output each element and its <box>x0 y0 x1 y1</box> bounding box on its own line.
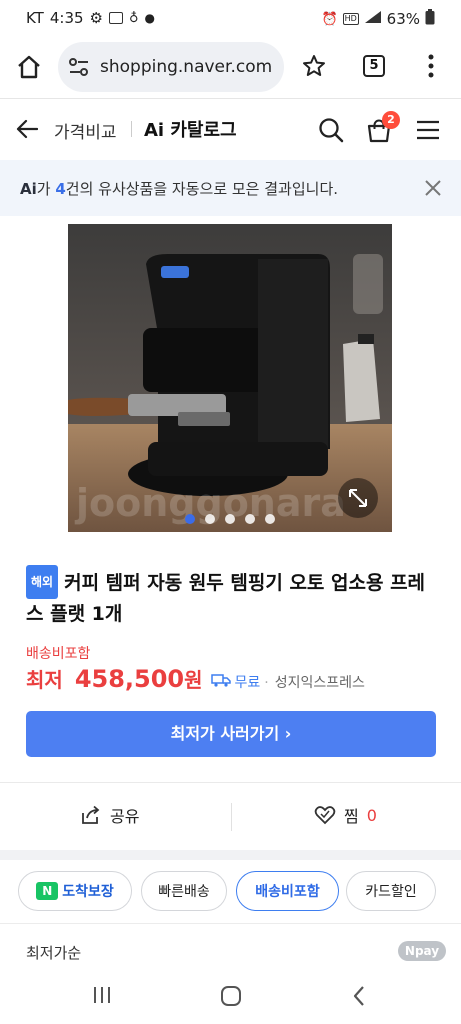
delivery-truck-icon <box>210 672 231 691</box>
page-title: Ai 카탈로그 <box>144 120 237 141</box>
npay-filter[interactable]: Npay <box>398 941 446 961</box>
product-title-text: 커피 템퍼 자동 원두 템핑기 오토 업소용 프레스 플랫 1개 <box>26 572 426 625</box>
carrier-label: KT <box>26 9 44 27</box>
expand-icon <box>349 489 367 507</box>
section-separator <box>0 850 461 860</box>
search-icon[interactable] <box>318 117 344 147</box>
lowest-price-label: 최저 <box>26 668 63 692</box>
naver-arrival-icon: N <box>36 882 59 900</box>
battery-icon <box>425 9 435 29</box>
price-row: 최저 458,500 원 무료 · 성지익스프레스 <box>26 664 365 693</box>
npay-label: pay <box>414 944 440 958</box>
cart-count-badge: 2 <box>382 111 400 129</box>
url-text[interactable]: shopping.naver.com <box>100 57 272 77</box>
tab-switcher-button[interactable]: 5 <box>363 55 385 77</box>
breadcrumb-price-compare[interactable]: 가격비교 <box>54 118 117 143</box>
filter-arrival-guarantee[interactable]: N 도착보장 <box>18 871 132 911</box>
expand-image-button[interactable] <box>338 478 378 518</box>
browser-toolbar: shopping.naver.com 5 <box>0 36 461 98</box>
system-navigation-bar <box>0 966 461 1024</box>
favorite-button[interactable]: 찜 0 <box>314 803 377 827</box>
carousel-dot[interactable] <box>245 514 255 524</box>
signal-icon <box>364 10 382 28</box>
alarm-icon: ⏰ <box>321 11 338 27</box>
back-button-icon[interactable] <box>352 985 366 1011</box>
filter-card-discount[interactable]: 카드할인 <box>346 871 436 911</box>
hd-icon: HD <box>342 13 359 25</box>
npay-n-icon: N <box>404 944 415 958</box>
bookmark-star-icon[interactable] <box>302 54 326 82</box>
favorite-count: 0 <box>366 805 377 825</box>
carousel-dot[interactable] <box>265 514 275 524</box>
site-header: 가격비교 Ai 카탈로그 2 <box>0 98 461 160</box>
similar-count: 4 <box>55 180 66 198</box>
filter-chips: N 도착보장 빠른배송 배송비포함 카드할인 <box>0 860 461 924</box>
sync-icon: ♁ <box>128 10 139 26</box>
banner-text: Ai가 4건의 유사상품을 자동으로 모은 결과입니다. <box>20 180 339 198</box>
price-unit: 원 <box>184 668 203 692</box>
back-arrow-icon[interactable] <box>16 119 39 143</box>
filter-fast-delivery[interactable]: 빠른배송 <box>141 871 227 911</box>
seller-name[interactable]: 성지익스프레스 <box>275 672 365 692</box>
share-label: 공유 <box>110 807 140 826</box>
close-icon[interactable] <box>424 179 442 201</box>
product-image[interactable]: joonggonara <box>68 224 392 532</box>
carousel-dot[interactable] <box>225 514 235 524</box>
share-icon <box>82 805 100 824</box>
browser-menu-icon[interactable] <box>428 54 434 82</box>
battery-percent: 63% <box>386 10 420 28</box>
settings-icon: ⚙ <box>89 9 103 27</box>
clock: 4:35 <box>49 9 84 27</box>
status-bar: KT 4:35 ⚙ ♁ ● ⏰ HD 63% <box>0 0 461 36</box>
address-bar[interactable]: shopping.naver.com <box>58 42 284 92</box>
recent-apps-icon[interactable] <box>92 985 112 1009</box>
home-icon[interactable] <box>16 54 42 84</box>
notification-icon <box>108 12 123 24</box>
heart-icon <box>314 806 336 825</box>
shipping-included-label: 배송비포함 <box>26 646 91 662</box>
filter-shipping-included[interactable]: 배송비포함 <box>236 871 339 911</box>
home-button-icon[interactable] <box>220 985 242 1011</box>
ai-logo: Ai <box>20 180 37 198</box>
product-title: 해외 커피 템퍼 자동 원두 템핑기 오토 업소용 프레스 플랫 1개 <box>26 565 426 629</box>
free-shipping-label: 무료 <box>234 675 261 691</box>
favorite-label: 찜 <box>344 807 359 826</box>
hamburger-menu-icon[interactable] <box>416 120 440 144</box>
breadcrumb-divider <box>131 121 132 137</box>
carousel-dot[interactable] <box>185 514 195 524</box>
overseas-badge: 해외 <box>26 565 59 599</box>
sort-option[interactable]: 최저가순 <box>26 942 81 963</box>
more-dot-icon: ● <box>144 11 155 25</box>
share-button[interactable]: 공유 <box>80 803 139 827</box>
carousel-dot[interactable] <box>205 514 215 524</box>
ai-info-banner: Ai가 4건의 유사상품을 자동으로 모은 결과입니다. <box>0 160 461 216</box>
seller-dot: · <box>264 675 269 691</box>
site-settings-icon[interactable] <box>68 57 90 81</box>
share-favorite-row: 공유 찜 0 <box>0 782 461 850</box>
lowest-price: 458,500 <box>74 665 185 693</box>
row-divider <box>231 803 232 831</box>
buy-lowest-price-button[interactable]: 최저가 사러가기 › <box>26 711 436 757</box>
